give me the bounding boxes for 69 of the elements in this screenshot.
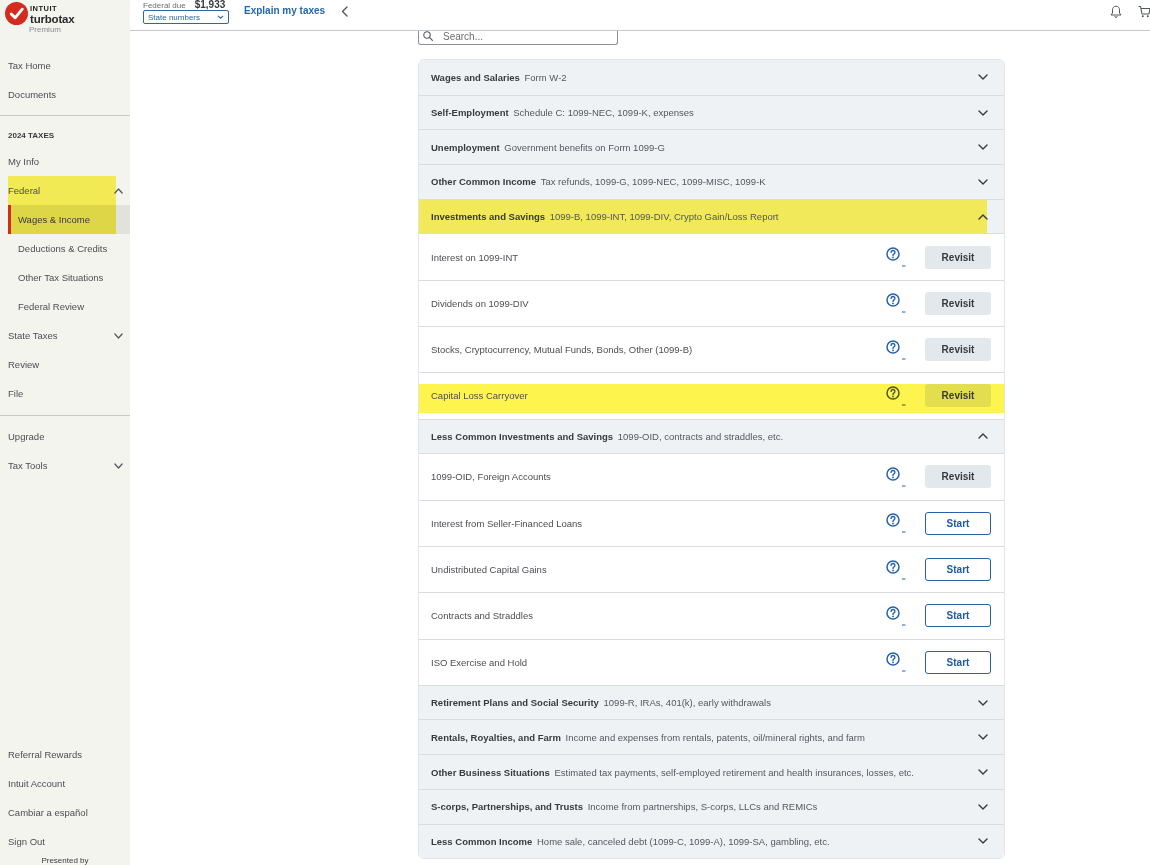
sidebar-link[interactable]: Deductions & Credits — [8, 234, 130, 263]
product-name: turbotax — [30, 13, 75, 25]
search-icon — [423, 31, 433, 41]
accordion-header[interactable]: Rentals, Royalties, and Farm Income and expenses from rentals, patents, oil/mineral rights, and farm — [419, 719, 1004, 755]
accordion-header[interactable]: Other Business Situations Estimated tax payments, self-employed retirement and health insurances, losses, etc. — [419, 754, 1004, 789]
row-label: ISO Exercise and Hold — [431, 656, 528, 668]
explain-link[interactable]: Explain my taxes — [244, 4, 326, 18]
help-icon[interactable] — [886, 559, 906, 580]
accordion-header[interactable]: Less Common Investments and Savings 1099-OID, contracts and straddles, etc. — [419, 418, 1004, 454]
accordion-header[interactable]: Wages and Salaries Form W-2 — [419, 60, 1004, 95]
help-icon[interactable] — [886, 605, 906, 626]
accordion-header[interactable]: Self-Employment Schedule C: 1099-NEC, 1099-K, expenses — [419, 94, 1004, 130]
row-label: Interest on 1099-INT — [431, 251, 519, 263]
revisit-button[interactable]: Revisit — [925, 384, 991, 408]
help-icon[interactable] — [886, 339, 906, 360]
sidebar-link[interactable]: Tax Tools — [0, 451, 130, 480]
help-icon[interactable] — [886, 247, 906, 268]
start-button[interactable]: Start — [925, 604, 991, 628]
row-label: Undistributed Capital Gains — [431, 564, 547, 576]
sidebar-link[interactable]: Upgrade — [0, 422, 130, 451]
sidebar-link[interactable]: Referral Rewards — [0, 740, 130, 769]
help-icon[interactable] — [886, 385, 906, 406]
revisit-button[interactable]: Revisit — [925, 338, 991, 362]
edition-label: Premium — [28, 25, 61, 35]
sidebar-link[interactable]: Tax Home — [0, 51, 130, 80]
help-icon[interactable] — [886, 466, 906, 487]
accordion-header[interactable]: Retirement Plans and Social Security 1099-R, IRAs, 401(k), early withdrawals — [419, 684, 1004, 720]
cart-icon[interactable] — [1138, 5, 1150, 18]
help-icon[interactable] — [886, 652, 906, 673]
presented-by-text: Presented by — [40, 856, 90, 865]
row-label: Dividends on 1099-DIV — [431, 297, 529, 309]
revisit-button[interactable]: Revisit — [925, 465, 991, 489]
state-select[interactable]: State numbers — [143, 10, 229, 24]
caret-icon — [217, 15, 224, 19]
sidebar-link[interactable]: Documents — [0, 80, 130, 109]
help-icon[interactable] — [886, 293, 906, 314]
start-button[interactable]: Start — [925, 558, 991, 582]
accordion-header[interactable]: Less Common Income Home sale, canceled debt (1099-C, 1099-A), 1099-SA, gambling, etc. — [419, 823, 1004, 859]
accordion-header[interactable]: Investments and Savings 1099-B, 1099-INT, 1099-DIV, Crypto Gain/Loss Report — [419, 198, 1004, 234]
chevron-left-icon[interactable] — [341, 6, 349, 17]
start-button[interactable]: Start — [925, 650, 991, 674]
check-logo-icon — [5, 2, 28, 25]
section-heading: 2024 TAXES — [7, 130, 56, 142]
row-label: Stocks, Cryptocurrency, Mutual Funds, Bonds, Other (1099-B) — [431, 344, 693, 356]
sidebar-link[interactable]: Federal Review — [8, 292, 130, 321]
accordion-header[interactable]: Unemployment Government benefits on Form 1099-G — [419, 129, 1004, 165]
bell-icon[interactable] — [1110, 5, 1122, 18]
help-icon[interactable] — [886, 513, 906, 534]
federal-due-amount: $1,933 — [194, 0, 226, 10]
sidebar-link[interactable]: Wages & Income — [8, 205, 130, 234]
row-label: 1099-OID, Foreign Accounts — [431, 471, 551, 483]
start-button[interactable]: Start — [925, 511, 991, 535]
sidebar-link[interactable]: Other Tax Situations — [8, 263, 130, 292]
sidebar-link[interactable]: Review — [0, 350, 130, 379]
accordion-header[interactable]: S-corps, Partnerships, and Trusts Income from partnerships, S-corps, LLCs and REMICs — [419, 788, 1004, 824]
sidebar-link[interactable]: My Info — [0, 147, 130, 176]
sidebar-link[interactable]: Sign Out — [0, 827, 130, 856]
sidebar-link[interactable]: File — [0, 379, 130, 408]
sidebar-link[interactable]: Intuit Account — [0, 769, 130, 798]
sidebar-link[interactable]: Cambiar a español — [0, 798, 130, 827]
revisit-button[interactable]: Revisit — [925, 291, 991, 315]
row-label: Contracts and Straddles — [431, 610, 533, 622]
accordion-header[interactable]: Other Common Income Tax refunds, 1099-G, 1099-NEC, 1099-MISC, 1099-K — [419, 164, 1004, 199]
row-label: Capital Loss Carryover — [431, 390, 528, 402]
sidebar-link[interactable]: State Taxes — [0, 321, 130, 350]
federal-due-label: Federal due — [143, 1, 186, 11]
row-label: Interest from Seller-Financed Loans — [431, 517, 583, 529]
search-field[interactable]: Search... — [418, 31, 618, 45]
revisit-button[interactable]: Revisit — [925, 245, 991, 269]
